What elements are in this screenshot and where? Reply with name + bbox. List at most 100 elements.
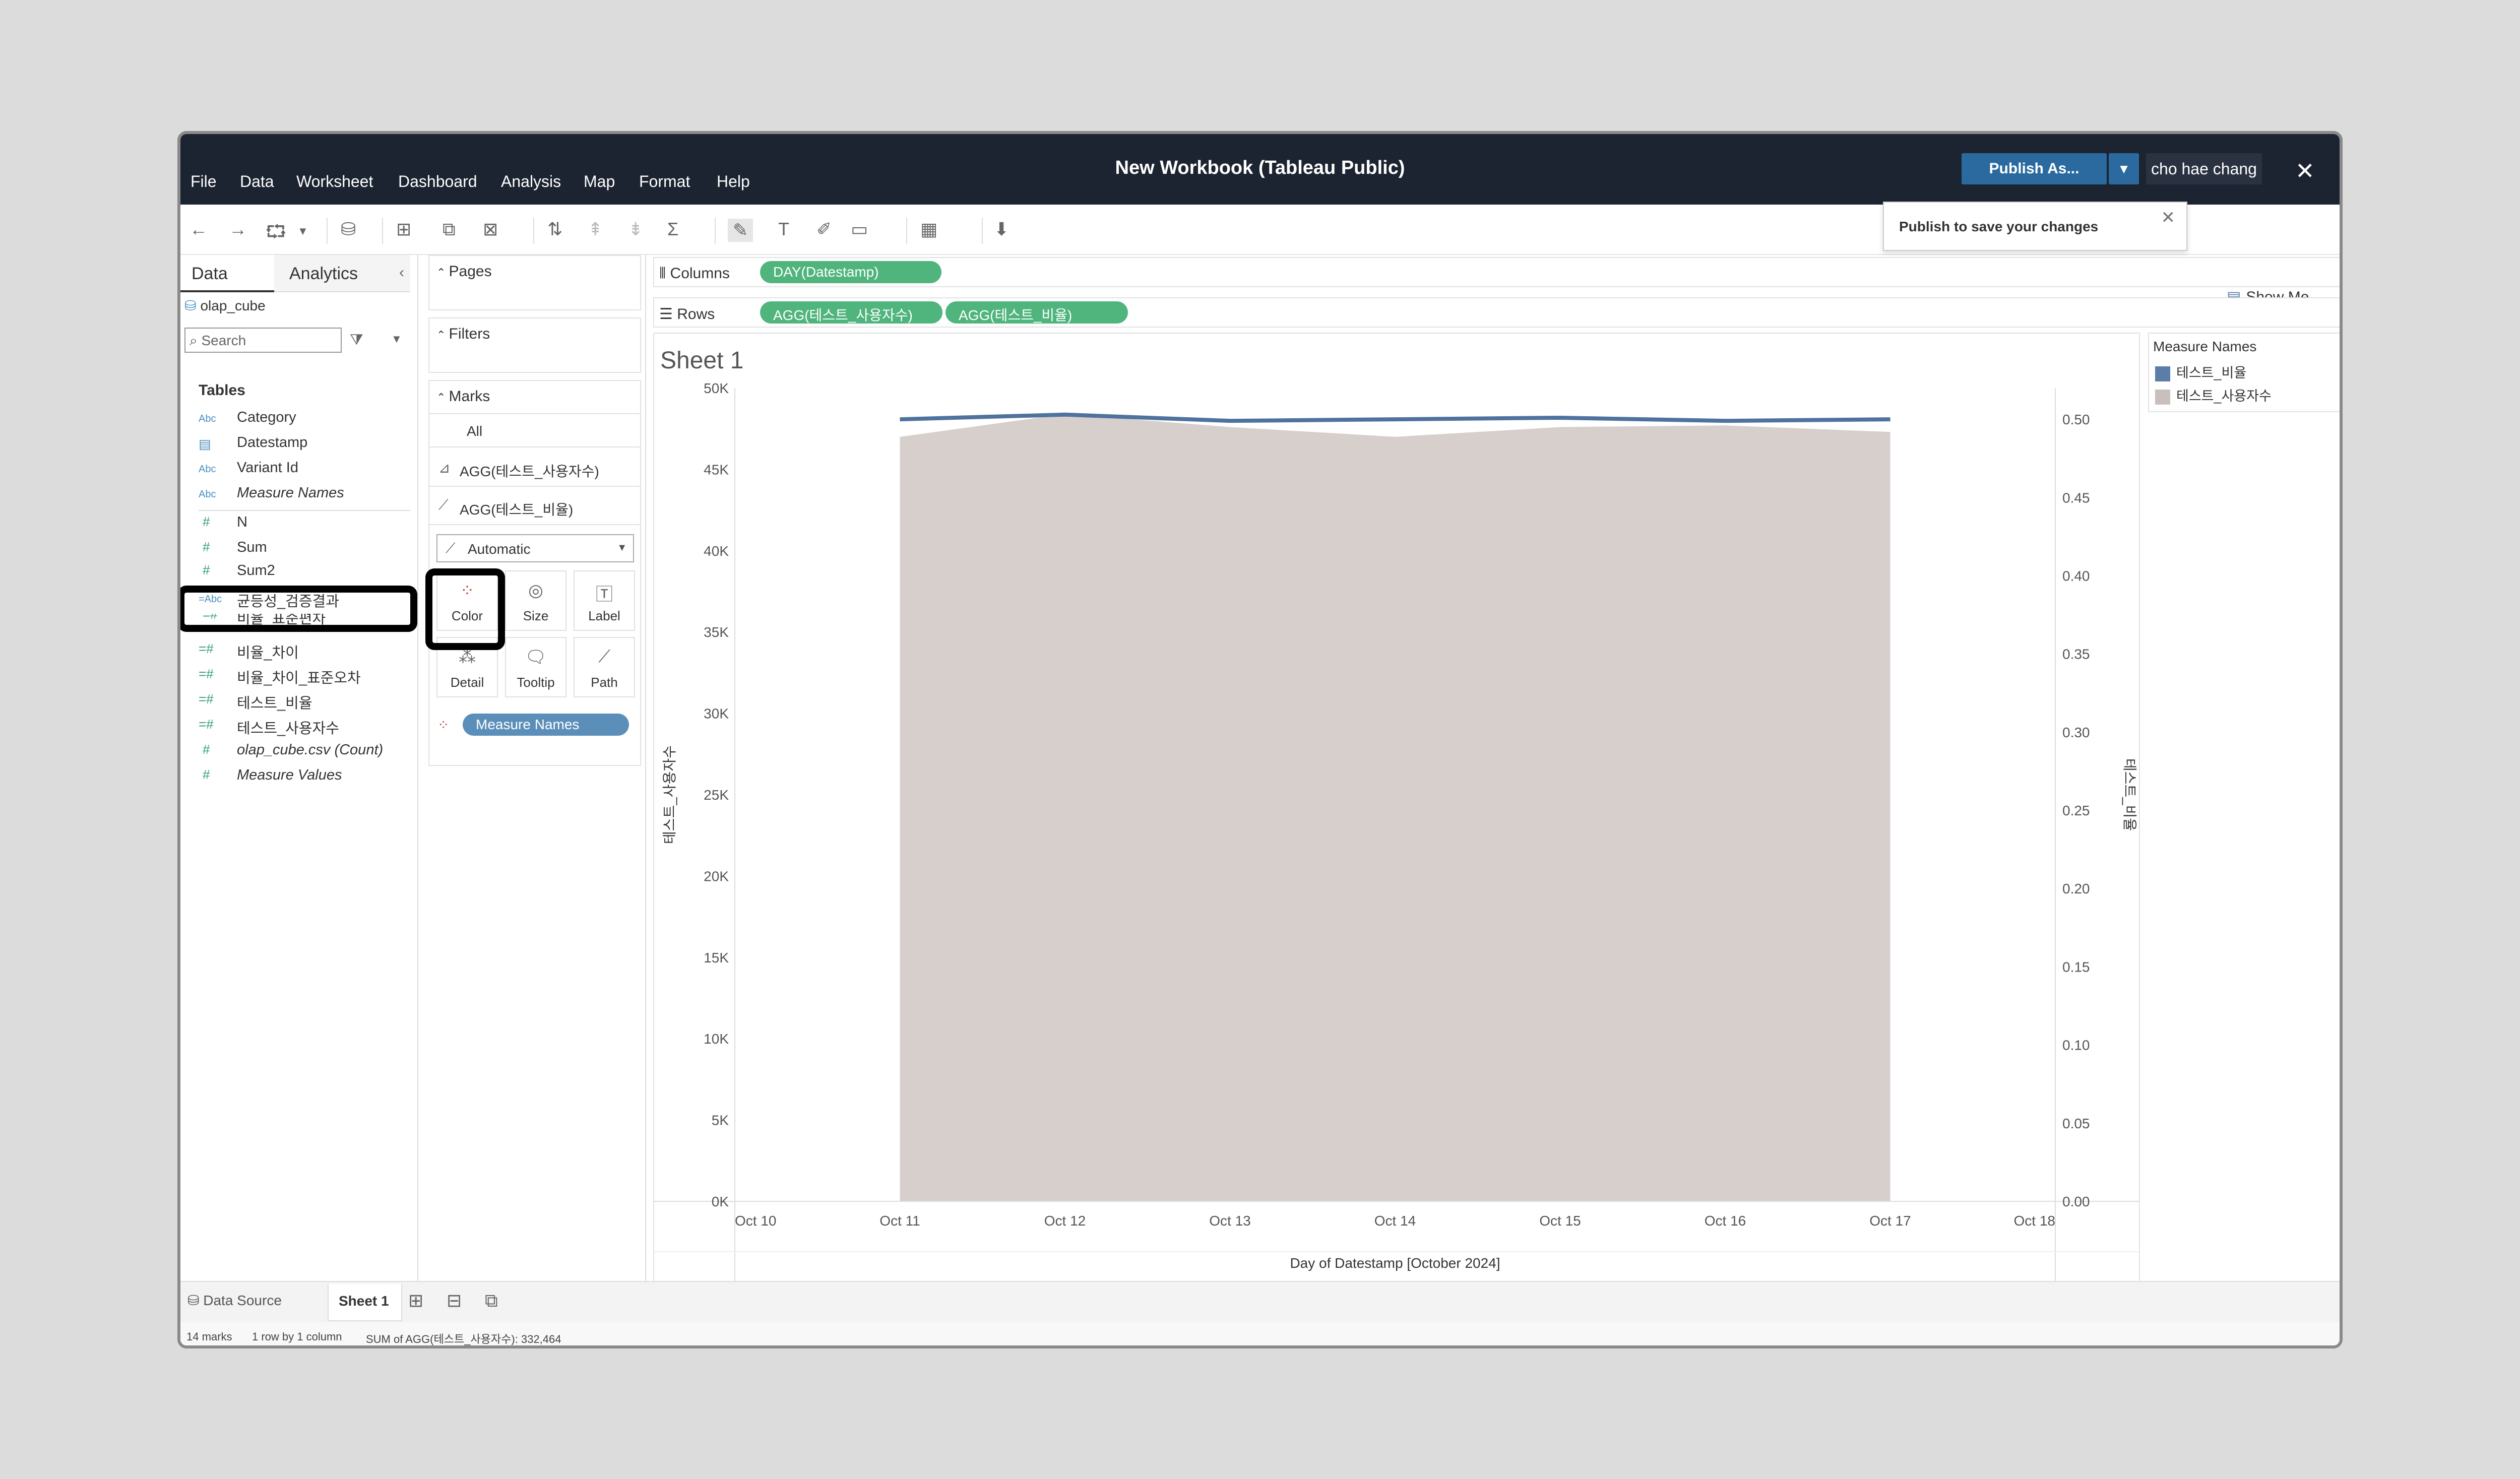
marks-tab-ratio[interactable]: ⟋ AGG(테스트_비율) (429, 489, 640, 525)
format-workbook-icon[interactable]: ✐ (816, 219, 832, 240)
search-placeholder: Search (201, 333, 246, 348)
swap-rows-columns-icon[interactable]: ⇅ (547, 219, 562, 240)
publish-dropdown-button[interactable]: ▼ (2109, 153, 2139, 184)
field-ratio-diff[interactable]: =# 비율_차이 (180, 641, 417, 663)
title-bar: New Workbook (Tableau Public) File Data … (180, 134, 2340, 205)
field-sum[interactable]: # Sum (180, 539, 417, 561)
marks-tab-users[interactable]: ⊿ AGG(테스트_사용자수) (429, 451, 640, 487)
rows-pill-users[interactable]: AGG(테스트_사용자수) (760, 301, 942, 324)
presentation-icon[interactable]: ▦ (920, 219, 937, 240)
label-button[interactable]: 🅃 Label (574, 570, 635, 631)
x-tick-label: Oct 11 (879, 1213, 920, 1229)
tooltip-button[interactable]: 🗨 Tooltip (505, 637, 566, 697)
x-tick-label: Oct 15 (1539, 1213, 1581, 1229)
worksheet-view: Sheet 1 0K 5K 10K 15K 20K 25K 30K 35K 40K 45K 50K 0… (653, 333, 2140, 1283)
field-measure-names[interactable]: Abc Measure Names (180, 485, 417, 507)
menu-map[interactable]: Map (584, 172, 615, 191)
field-datestamp[interactable]: ▤ Datestamp (180, 434, 417, 457)
field-test-users[interactable]: =# 테스트_사용자수 (180, 717, 417, 739)
y-axis-title: 테스트_사용자수 (662, 745, 677, 844)
menu-worksheet[interactable]: Worksheet (296, 172, 373, 191)
sort-ascending-icon[interactable]: ⇞ (588, 219, 603, 240)
rows-icon: ☰ (659, 306, 677, 323)
show-mark-labels-icon[interactable]: T (778, 219, 789, 240)
new-datasource-icon[interactable]: ⛁ (341, 219, 356, 240)
marks-all-tab[interactable]: All (429, 413, 640, 447)
clear-sheet-icon[interactable]: ⊠ (483, 219, 498, 240)
measure-names-color-pill[interactable]: Measure Names (463, 714, 629, 736)
user-name[interactable]: cho hae chang (2146, 153, 2262, 184)
field-variant-id[interactable]: Abc Variant Id (180, 460, 417, 482)
number-type-icon: # (203, 539, 210, 554)
field-olap-cube-count[interactable]: # olap_cube.csv (Count) (180, 742, 417, 764)
menu-format[interactable]: Format (639, 172, 690, 191)
new-worksheet-icon[interactable]: ⊞ (396, 219, 411, 240)
highlight-icon[interactable]: ✎ (728, 219, 753, 242)
tab-sheet-1[interactable]: Sheet 1 (328, 1284, 402, 1321)
tab-data[interactable]: Data (180, 255, 274, 292)
string-type-icon: Abc (199, 413, 216, 424)
area-series-test-users[interactable] (900, 414, 1891, 1202)
calculated-number-icon: =# (199, 691, 214, 706)
totals-icon[interactable]: Σ (667, 219, 678, 240)
y2-tick-label: 0.45 (2062, 490, 2090, 505)
collapse-icon[interactable]: ‹ (399, 264, 404, 281)
x-axis-title: Day of Datestamp [October 2024] (1290, 1255, 1500, 1271)
menu-data[interactable]: Data (240, 172, 274, 191)
field-sum2[interactable]: # Sum2 (180, 562, 417, 576)
y-tick-label: 35K (704, 624, 729, 640)
new-worksheet-icon[interactable]: ⊞ (408, 1290, 423, 1311)
toolbar-divider (982, 218, 983, 244)
close-icon[interactable]: ✕ (2295, 157, 2315, 184)
search-input[interactable]: ⌕ Search (184, 328, 342, 353)
data-source-tab[interactable]: ⛁ Data Source (187, 1292, 282, 1309)
number-type-icon: # (203, 562, 210, 576)
close-icon[interactable]: ✕ (2161, 208, 2176, 228)
chevron-down-icon[interactable]: ▼ (391, 333, 402, 346)
new-story-icon[interactable]: ⧉ (485, 1290, 498, 1312)
mark-type-select[interactable]: ⟋ Automatic ▼ (436, 534, 634, 562)
datasource-item[interactable]: ⛁ olap_cube (184, 297, 266, 314)
y-tick-label: 30K (704, 706, 729, 722)
string-type-icon: Abc (199, 489, 216, 500)
undo-icon[interactable]: ← (190, 219, 208, 240)
rows-shelf[interactable]: ☰ Rows AGG(테스트_사용자수) AGG(테스트_비율) (653, 297, 2340, 328)
pages-card[interactable]: ⌃ Pages (428, 255, 641, 310)
x-tick-label: Oct 14 (1374, 1213, 1416, 1229)
duplicate-sheet-icon[interactable]: ⧉ (443, 219, 456, 240)
tab-analytics[interactable]: Analytics (274, 255, 410, 292)
path-button[interactable]: ⟋ Path (574, 637, 635, 697)
menu-dashboard[interactable]: Dashboard (398, 172, 477, 191)
field-test-ratio[interactable]: =# 테스트_비율 (180, 691, 417, 714)
status-marks: 14 marks (186, 1330, 232, 1343)
menu-help[interactable]: Help (717, 172, 750, 191)
field-ratio-diff-stderr[interactable]: =# 비율_차이_표준오차 (180, 666, 417, 688)
replay-icon[interactable]: ⮔ (265, 219, 287, 249)
sort-descending-icon[interactable]: ⇟ (628, 219, 643, 240)
filters-card[interactable]: ⌃ Filters (428, 317, 641, 373)
data-pane: Data Analytics ‹ ⛁ olap_cube ⌕ Search ⧩ ▼… (180, 255, 418, 1281)
filter-fields-icon[interactable]: ⧩ (350, 332, 363, 349)
field-measure-values[interactable]: # Measure Values (180, 767, 417, 789)
marks-label: Marks (449, 388, 490, 405)
legend-item-ratio[interactable]: 테스트_비율 (2155, 362, 2246, 381)
size-button[interactable]: ◎ Size (505, 570, 566, 631)
menu-file[interactable]: File (191, 172, 217, 191)
field-category[interactable]: Abc Category (180, 409, 417, 431)
chevron-down-icon[interactable]: ▼ (297, 225, 308, 238)
highlight-box (180, 586, 417, 632)
new-dashboard-icon[interactable]: ⊟ (447, 1290, 462, 1311)
calendar-icon: ▤ (199, 436, 211, 452)
y-tick-label: 40K (704, 543, 729, 559)
redo-icon[interactable]: → (229, 219, 247, 240)
publish-as-button[interactable]: Publish As... (1962, 153, 2107, 184)
legend-item-users[interactable]: 테스트_사용자수 (2155, 385, 2272, 405)
menu-analysis[interactable]: Analysis (501, 172, 561, 191)
rows-pill-ratio[interactable]: AGG(테스트_비율) (946, 301, 1128, 324)
download-icon[interactable]: ⬇ (994, 219, 1009, 240)
fit-icon[interactable]: ▭ (851, 219, 868, 240)
columns-shelf[interactable]: ⦀ Columns DAY(Datestamp) (653, 257, 2340, 287)
toolbar-divider (382, 218, 383, 244)
columns-pill[interactable]: DAY(Datestamp) (760, 261, 941, 283)
field-n[interactable]: # N (180, 514, 417, 536)
